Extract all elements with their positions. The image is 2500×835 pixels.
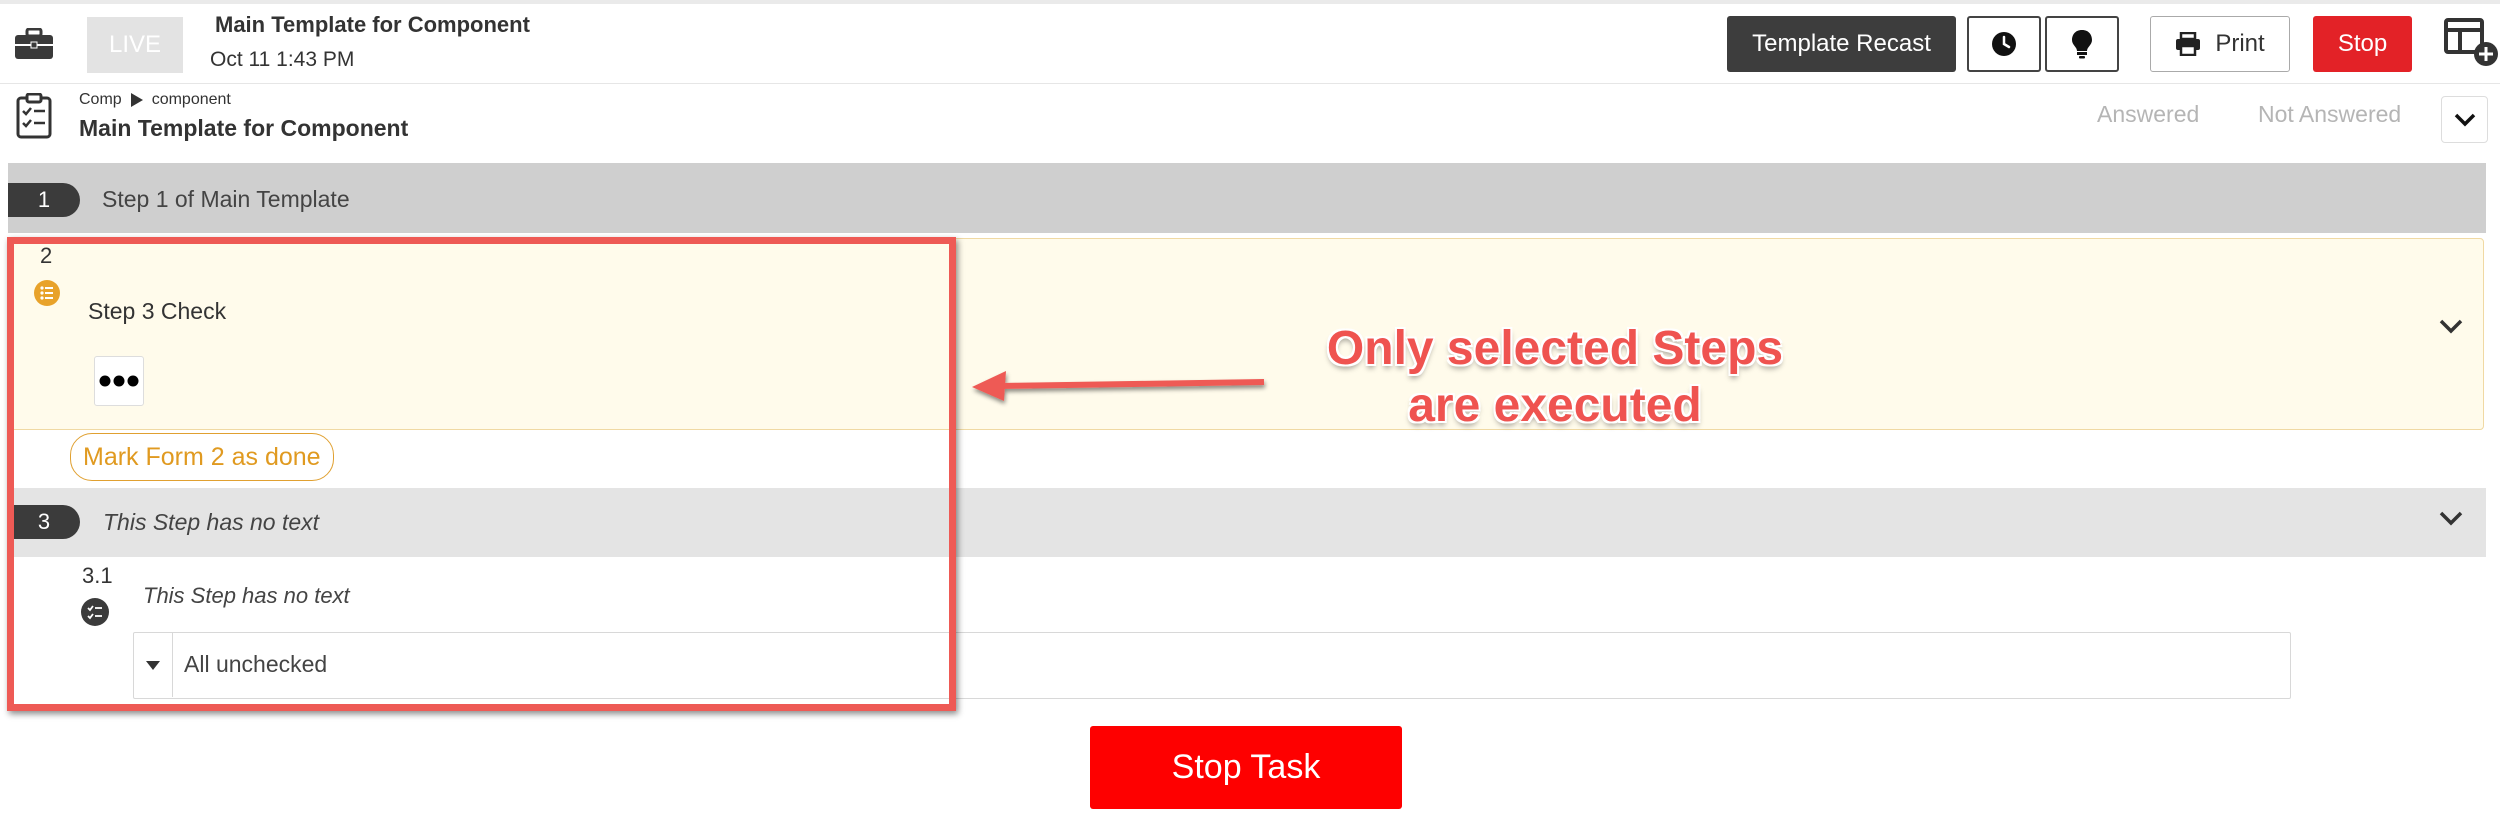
briefcase-icon[interactable] — [14, 28, 54, 60]
template-recast-button[interactable]: Template Recast — [1727, 16, 1956, 72]
history-button[interactable] — [1967, 16, 2041, 72]
arrow-left-icon — [972, 371, 1265, 401]
breadcrumb-child[interactable]: component — [152, 91, 231, 109]
highlight-frame — [7, 237, 956, 711]
annotation-line-2: are executed — [1408, 379, 1702, 432]
print-button[interactable]: Print — [2150, 16, 2290, 72]
collapse-all-button[interactable] — [2441, 96, 2488, 143]
stop-button[interactable]: Stop — [2313, 16, 2412, 72]
not-answered-filter[interactable]: Not Answered — [2258, 101, 2401, 128]
step-1-title: Step 1 of Main Template — [102, 186, 350, 212]
stop-task-button[interactable]: Stop Task — [1090, 726, 1402, 809]
chevron-down-icon — [2454, 113, 2475, 126]
clipboard-icon — [16, 93, 52, 139]
live-badge: LIVE — [87, 17, 183, 73]
chevron-down-icon[interactable] — [2437, 508, 2465, 528]
annotation-line-1: Only selected Steps — [1326, 322, 1784, 375]
lightbulb-icon — [2072, 30, 2092, 59]
chevron-down-icon[interactable] — [2437, 316, 2465, 336]
printer-icon — [2176, 32, 2201, 56]
breadcrumb-root[interactable]: Comp — [79, 91, 122, 109]
layout-add-icon[interactable] — [2444, 18, 2500, 68]
task-title: Main Template for Component — [215, 12, 530, 37]
breadcrumb: Comp component — [79, 91, 231, 109]
task-date: Oct 11 1:43 PM — [210, 48, 355, 71]
hint-button[interactable] — [2045, 16, 2119, 72]
answered-filter[interactable]: Answered — [2097, 101, 2199, 128]
page-title: Main Template for Component — [79, 115, 409, 141]
print-label: Print — [2215, 30, 2265, 57]
clock-icon — [1992, 32, 2016, 56]
step-number-badge: 1 — [8, 183, 80, 217]
annotation-callout: Only selected Steps are executed — [1290, 320, 1820, 434]
step-1-row[interactable] — [8, 163, 2486, 233]
play-icon — [130, 93, 143, 107]
